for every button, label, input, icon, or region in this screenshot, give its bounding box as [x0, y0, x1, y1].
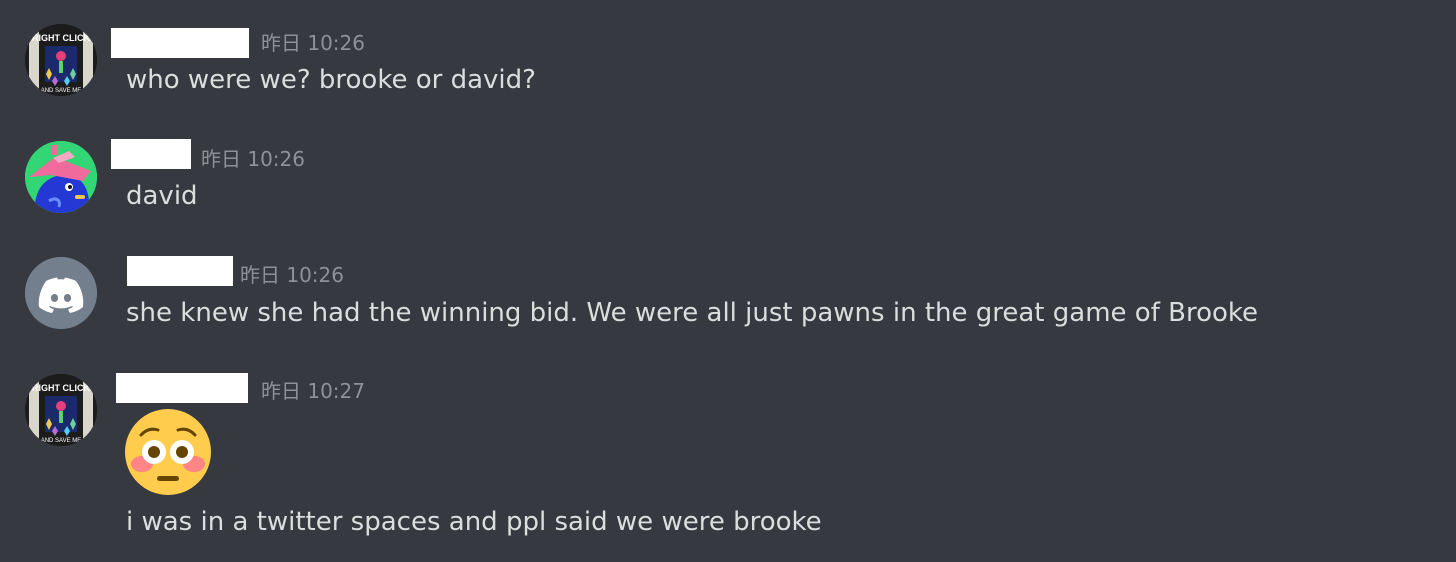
avatar[interactable] — [25, 257, 97, 329]
message-text: i was in a twitter spaces and ppl said w… — [126, 507, 822, 537]
message-text: she knew she had the winning bid. We wer… — [126, 298, 1259, 328]
message-timestamp: 昨日 10:26 — [261, 31, 365, 55]
flushed-face-emoji — [124, 408, 212, 496]
rightclick-art-icon: RIGHT CLICK AND SAVE ME — [25, 24, 97, 96]
pink-hat-bird-icon — [25, 141, 97, 213]
rightclick-art-icon: RIGHT CLICK AND SAVE ME — [25, 374, 97, 446]
username-redacted[interactable] — [111, 139, 191, 169]
flushed-face-icon — [125, 409, 211, 495]
username-redacted[interactable] — [127, 256, 233, 286]
message-text: david — [126, 181, 198, 211]
avatar[interactable] — [25, 141, 97, 213]
username-redacted[interactable] — [111, 28, 249, 58]
message-timestamp: 昨日 10:27 — [261, 379, 365, 403]
svg-text:RIGHT CLICK: RIGHT CLICK — [32, 33, 90, 43]
chat-message-list: RIGHT CLICK AND SAVE ME 昨日 10:26 who wer… — [0, 0, 1456, 562]
avatar[interactable]: RIGHT CLICK AND SAVE ME — [25, 374, 97, 446]
message-text: who were we? brooke or david? — [126, 65, 536, 95]
username-redacted[interactable] — [116, 373, 248, 403]
svg-text:AND SAVE ME: AND SAVE ME — [41, 88, 82, 94]
discord-logo-icon — [25, 257, 97, 329]
message-timestamp: 昨日 10:26 — [201, 147, 305, 171]
avatar[interactable]: RIGHT CLICK AND SAVE ME — [25, 24, 97, 96]
svg-text:AND SAVE ME: AND SAVE ME — [41, 438, 82, 444]
svg-text:RIGHT CLICK: RIGHT CLICK — [32, 383, 90, 393]
message-timestamp: 昨日 10:26 — [240, 263, 344, 287]
